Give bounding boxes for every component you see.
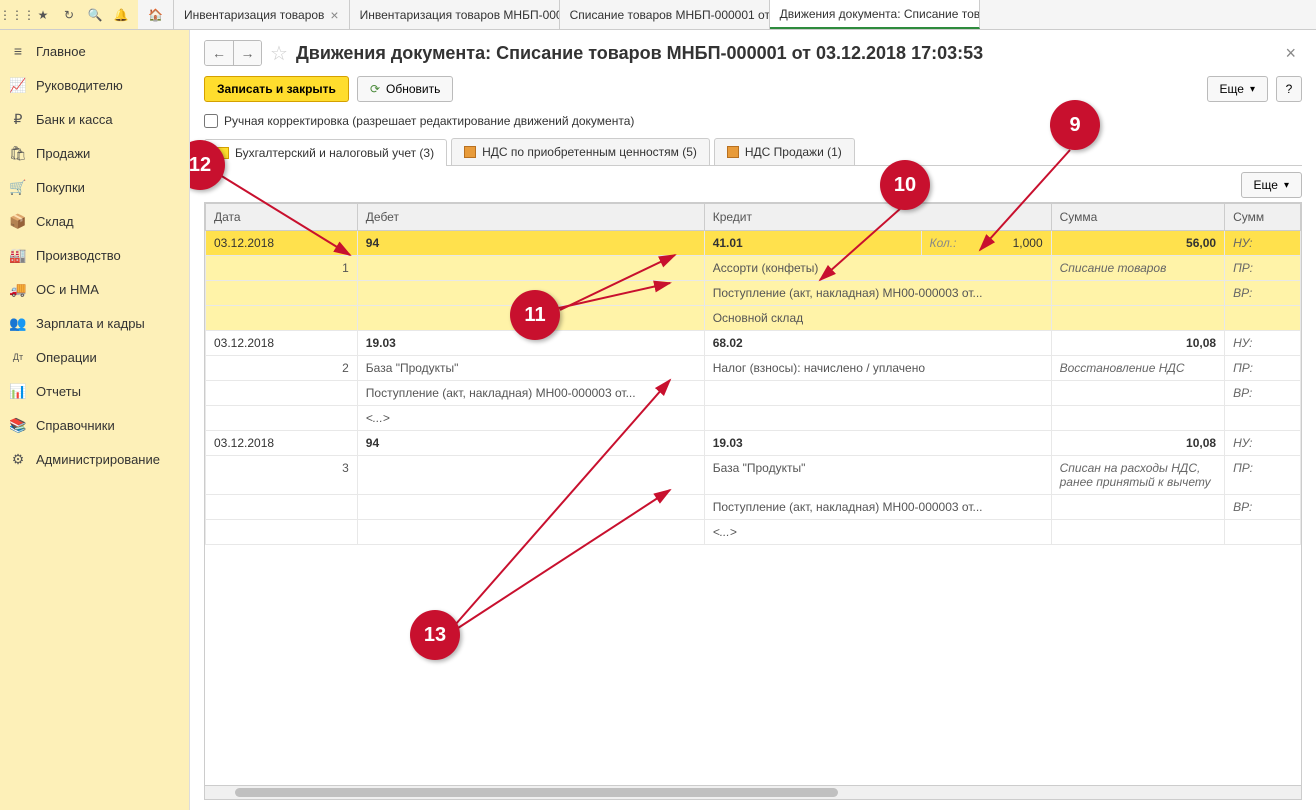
books-icon: 📚	[10, 417, 26, 433]
register-icon	[464, 146, 476, 158]
table-row[interactable]: 03.12.2018 94 41.01 Кол.: 1,000 56,00 НУ…	[206, 231, 1301, 256]
history-nav: ← →	[204, 40, 262, 66]
table-header-row: Дата Дебет Кредит Сумма Сумм	[206, 204, 1301, 231]
manual-edit-checkbox[interactable]	[204, 114, 218, 128]
nav-assets[interactable]: 🚚ОС и НМА	[0, 272, 189, 306]
table-row[interactable]: Поступление (акт, накладная) МН00-000003…	[206, 281, 1301, 306]
star-icon[interactable]: ★	[32, 4, 54, 26]
close-doc-icon[interactable]: ×	[1279, 43, 1302, 64]
postings-grid[interactable]: Дата Дебет Кредит Сумма Сумм 03.12.2018 …	[204, 202, 1302, 800]
refresh-icon: ⟳	[370, 82, 380, 96]
dtkt-icon: Дт	[10, 349, 26, 365]
tab-item[interactable]: Инвентаризация товаров×	[174, 0, 350, 29]
gear-icon: ⚙	[10, 451, 26, 467]
col-debit: Дебет	[357, 204, 704, 231]
ruble-icon: ₽	[10, 111, 26, 127]
search-icon[interactable]: 🔍	[84, 4, 106, 26]
table-row[interactable]: <...>	[206, 406, 1301, 431]
register-icon	[727, 146, 739, 158]
nav-operations[interactable]: ДтОперации	[0, 340, 189, 374]
factory-icon: 🏭	[10, 247, 26, 263]
table-row[interactable]: 2 База "Продукты" Налог (взносы): начисл…	[206, 356, 1301, 381]
truck-icon: 🚚	[10, 281, 26, 297]
forward-button[interactable]: →	[233, 41, 261, 65]
topbar: ⋮⋮⋮ ★ ↻ 🔍 🔔 🏠 Инвентаризация товаров× Ин…	[0, 0, 1316, 30]
nav-sales[interactable]: 🛍Продажи	[0, 136, 189, 170]
table-row[interactable]: 03.12.2018 94 19.03 10,08 НУ:	[206, 431, 1301, 456]
col-sum: Сумма	[1051, 204, 1224, 231]
tab-item[interactable]: Инвентаризация товаров МНБП-000002 о...×	[350, 0, 560, 29]
content: ← → ☆ Движения документа: Списание товар…	[190, 30, 1316, 810]
table-row[interactable]: 3 База "Продукты" Списан на расходы НДС,…	[206, 456, 1301, 495]
bars-icon: 📊	[10, 383, 26, 399]
nav-purchases[interactable]: 🛒Покупки	[0, 170, 189, 204]
col-date: Дата	[206, 204, 358, 231]
tab-item-active[interactable]: Движения документа: Списание товаров...×	[770, 0, 980, 29]
back-button[interactable]: ←	[205, 41, 233, 65]
subtab-vat-sales[interactable]: НДС Продажи (1)	[714, 138, 855, 165]
tabs-bar: 🏠 Инвентаризация товаров× Инвентаризация…	[138, 0, 1316, 29]
subtab-vat-purchase[interactable]: НДС по приобретенным ценностям (5)	[451, 138, 710, 165]
nav-manager[interactable]: 📈Руководителю	[0, 68, 189, 102]
nav-hr[interactable]: 👥Зарплата и кадры	[0, 306, 189, 340]
doc-title: Движения документа: Списание товаров МНБ…	[296, 43, 1272, 64]
table-row[interactable]: Основной склад	[206, 306, 1301, 331]
help-button[interactable]: ?	[1276, 76, 1302, 102]
menu-icon: ≡	[10, 43, 26, 59]
history-icon[interactable]: ↻	[58, 4, 80, 26]
bag-icon: 🛍	[10, 145, 26, 161]
nav-catalogs[interactable]: 📚Справочники	[0, 408, 189, 442]
apps-icon[interactable]: ⋮⋮⋮	[6, 4, 28, 26]
tab-home[interactable]: 🏠	[138, 0, 174, 29]
nav-warehouse[interactable]: 📦Склад	[0, 204, 189, 238]
chart-icon: 📈	[10, 77, 26, 93]
favorite-star-icon[interactable]: ☆	[270, 41, 288, 66]
table-row[interactable]: Поступление (акт, накладная) МН00-000003…	[206, 495, 1301, 520]
box-icon: 📦	[10, 213, 26, 229]
register-icon	[217, 147, 229, 159]
h-scrollbar[interactable]	[205, 785, 1301, 799]
col-flags: Сумм	[1225, 204, 1301, 231]
nav-bank[interactable]: ₽Банк и касса	[0, 102, 189, 136]
manual-edit-label: Ручная корректировка (разрешает редактир…	[224, 114, 634, 128]
system-iconbar: ⋮⋮⋮ ★ ↻ 🔍 🔔	[0, 0, 138, 29]
cart-icon: 🛒	[10, 179, 26, 195]
tab-item[interactable]: Списание товаров МНБП-000001 от 03.1...×	[560, 0, 770, 29]
sidebar: ≡Главное 📈Руководителю ₽Банк и касса 🛍Пр…	[0, 30, 190, 810]
save-close-button[interactable]: Записать и закрыть	[204, 76, 349, 102]
col-credit: Кредит	[704, 204, 1051, 231]
grid equivalently-more-button[interactable]: Еще	[1241, 172, 1302, 198]
nav-reports[interactable]: 📊Отчеты	[0, 374, 189, 408]
bell-icon[interactable]: 🔔	[110, 4, 132, 26]
subtab-accounting[interactable]: Бухгалтерский и налоговый учет (3)	[204, 139, 447, 166]
table-row[interactable]: <...>	[206, 520, 1301, 545]
table-row[interactable]: Поступление (акт, накладная) МН00-000003…	[206, 381, 1301, 406]
nav-admin[interactable]: ⚙Администрирование	[0, 442, 189, 476]
people-icon: 👥	[10, 315, 26, 331]
table-row[interactable]: 1 Ассорти (конфеты) Списание товаров ПР:	[206, 256, 1301, 281]
nav-main[interactable]: ≡Главное	[0, 34, 189, 68]
register-tabs: Бухгалтерский и налоговый учет (3) НДС п…	[204, 138, 1302, 166]
table-row[interactable]: 03.12.2018 19.03 68.02 10,08 НУ:	[206, 331, 1301, 356]
more-button[interactable]: Еще	[1207, 76, 1268, 102]
close-icon[interactable]: ×	[330, 7, 338, 23]
nav-production[interactable]: 🏭Производство	[0, 238, 189, 272]
refresh-button[interactable]: ⟳Обновить	[357, 76, 453, 102]
